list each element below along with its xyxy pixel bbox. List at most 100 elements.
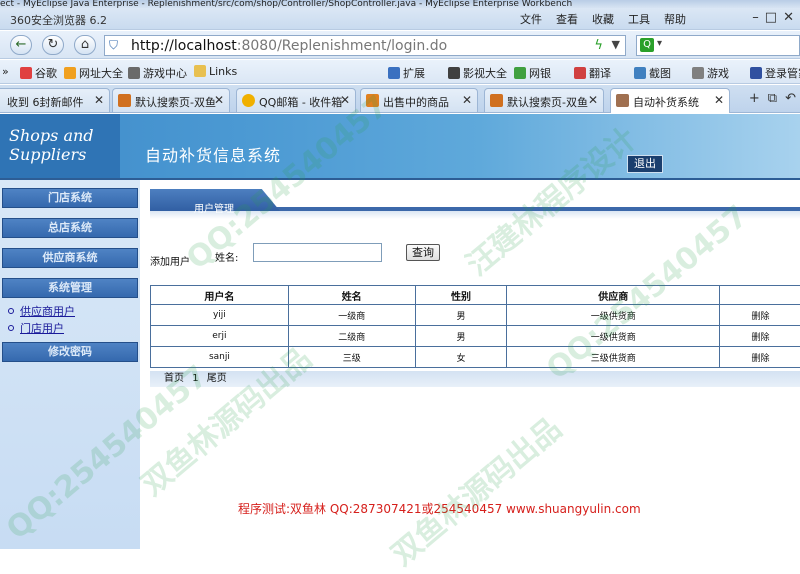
menu-view[interactable]: 查看 xyxy=(556,11,578,27)
menu-help[interactable]: 帮助 xyxy=(664,11,686,27)
bookmark-video[interactable]: 影视大全 xyxy=(448,65,507,81)
close-icon[interactable]: ✕ xyxy=(94,93,104,107)
first-page-link[interactable]: 首页 xyxy=(164,373,184,384)
bookmark-overflow-icon[interactable]: » xyxy=(2,65,9,78)
name-label: 姓名: xyxy=(215,249,238,264)
column-header: 供应商 xyxy=(507,286,720,305)
close-icon[interactable]: ✕ xyxy=(214,93,224,107)
query-button[interactable]: 查询 xyxy=(406,244,440,261)
close-icon[interactable]: ✕ xyxy=(783,10,794,25)
cell-gender: 男 xyxy=(415,326,507,347)
bookmark-links[interactable]: Links xyxy=(194,65,237,78)
logout-button[interactable]: 退出 xyxy=(627,155,663,173)
bookmark-site-directory[interactable]: 网址大全 xyxy=(64,65,123,81)
navigation-bar: ← ↻ ⌂ ⛉ http://localhost:8080/Replenishm… xyxy=(0,31,800,59)
app-logo: Shops and Suppliers xyxy=(0,114,120,178)
bookmark-banking[interactable]: 网银 xyxy=(514,65,551,81)
bookmark-translate[interactable]: 翻译 xyxy=(574,65,611,81)
close-icon[interactable]: ✕ xyxy=(714,93,724,107)
bookmark-games[interactable]: 游戏 xyxy=(692,65,729,81)
close-icon[interactable]: ✕ xyxy=(462,93,472,107)
tab-search-1[interactable]: 默认搜索页-双鱼✕ xyxy=(112,88,230,112)
bookmark-game-center[interactable]: 游戏中心 xyxy=(128,65,187,81)
delete-link[interactable]: 删除 xyxy=(720,347,800,368)
window-controls: – □ ✕ xyxy=(752,10,794,25)
cell-username: sanji xyxy=(151,347,289,368)
menu-favorites[interactable]: 收藏 xyxy=(592,11,614,27)
section-header: 用户管理 xyxy=(150,189,800,215)
pagination-bar: 首页 1 尾页 xyxy=(150,371,800,387)
browser-title-bar: 360安全浏览器 6.2 文件 查看 收藏 工具 帮助 – □ ✕ xyxy=(0,8,800,30)
menu-file[interactable]: 文件 xyxy=(520,11,542,27)
bookmarks-bar: » 谷歌 网址大全 游戏中心 Links 扩展 影视大全 网银 翻译 截图 游戏… xyxy=(0,60,800,84)
cell-supplier: 一级供货商 xyxy=(507,326,720,347)
table-row: sanji 三级 女 三级供货商 删除 xyxy=(151,347,800,368)
cell-gender: 女 xyxy=(415,347,507,368)
sidebar-item-store-users[interactable]: 门店用户 xyxy=(8,320,64,336)
name-search-input[interactable] xyxy=(253,243,382,262)
tab-mail[interactable]: 收到 6封新邮件✕ xyxy=(0,88,110,112)
close-icon[interactable]: ✕ xyxy=(340,93,350,107)
sidebar-section-store[interactable]: 门店系统 xyxy=(2,188,138,208)
delete-link[interactable]: 删除 xyxy=(720,305,800,326)
cell-supplier: 一级供货商 xyxy=(507,305,720,326)
sidebar-section-change-password[interactable]: 修改密码 xyxy=(2,342,138,362)
bookmark-screenshot[interactable]: 截图 xyxy=(634,65,671,81)
bookmark-google[interactable]: 谷歌 xyxy=(20,65,57,81)
shield-icon: ⛉ xyxy=(109,38,118,53)
cell-name: 一级商 xyxy=(288,305,415,326)
system-title: 自动补货信息系统 xyxy=(145,142,281,166)
lightning-icon[interactable]: ϟ xyxy=(594,38,603,53)
url-text[interactable]: http://localhost:8080/Replenishment/logi… xyxy=(131,38,447,54)
undo-icon[interactable]: ↶ xyxy=(785,91,796,106)
sidebar-section-system[interactable]: 系统管理 xyxy=(2,278,138,298)
cell-username: erji xyxy=(151,326,289,347)
section-title: 用户管理 xyxy=(194,200,234,215)
refresh-icon[interactable]: ↻ xyxy=(42,35,64,55)
bookmark-extensions[interactable]: 扩展 xyxy=(388,65,425,81)
search-engine-icon[interactable]: Q xyxy=(640,38,654,52)
tab-qq-mail[interactable]: QQ邮箱 - 收件箱✕ xyxy=(236,88,356,112)
cell-username: yiji xyxy=(151,305,289,326)
cell-name: 二级商 xyxy=(288,326,415,347)
chevron-down-icon[interactable]: ▾ xyxy=(657,38,662,49)
home-icon[interactable]: ⌂ xyxy=(74,35,96,55)
sidebar-item-supplier-users[interactable]: 供应商用户 xyxy=(8,303,75,319)
address-bar[interactable]: ⛉ http://localhost:8080/Replenishment/lo… xyxy=(104,35,626,56)
delete-link[interactable]: 删除 xyxy=(720,326,800,347)
cell-supplier: 三级供货商 xyxy=(507,347,720,368)
menu-tools[interactable]: 工具 xyxy=(628,11,650,27)
last-page-link[interactable]: 尾页 xyxy=(207,373,227,384)
table-row: yiji 一级商 男 一级供货商 删除 xyxy=(151,305,800,326)
browser-brand: 360安全浏览器 6.2 xyxy=(10,12,107,28)
tab-strip: 收到 6封新邮件✕ 默认搜索页-双鱼✕ QQ邮箱 - 收件箱✕ 出售中的商品✕ … xyxy=(0,85,800,113)
sidebar-section-head-store[interactable]: 总店系统 xyxy=(2,218,138,238)
search-input[interactable]: Q ▾ xyxy=(636,35,800,56)
tab-replenishment[interactable]: 自动补货系统✕ xyxy=(610,88,730,113)
cell-name: 三级 xyxy=(288,347,415,368)
page-number: 1 xyxy=(192,373,198,384)
tab-tools: + ⧉ ↶ xyxy=(749,91,796,106)
back-arrow-icon[interactable]: ← xyxy=(10,35,32,55)
close-icon[interactable]: ✕ xyxy=(588,93,598,107)
bullet-icon xyxy=(8,308,14,314)
section-header-shadow xyxy=(150,211,800,219)
sidebar-section-supplier[interactable]: 供应商系统 xyxy=(2,248,138,268)
bookmark-login-manager[interactable]: 登录管家 xyxy=(750,65,800,81)
tab-products[interactable]: 出售中的商品✕ xyxy=(360,88,478,112)
cell-gender: 男 xyxy=(415,305,507,326)
add-user-link[interactable]: 添加用户 xyxy=(150,253,190,268)
minimize-icon[interactable]: – xyxy=(752,10,759,25)
restore-tab-icon[interactable]: ⧉ xyxy=(768,91,777,106)
maximize-icon[interactable]: □ xyxy=(765,10,777,25)
column-header: 性别 xyxy=(415,286,507,305)
column-header xyxy=(720,286,800,305)
column-header: 姓名 xyxy=(288,286,415,305)
tab-search-2[interactable]: 默认搜索页-双鱼✕ xyxy=(484,88,604,112)
ide-title-strip: ect - MyEclipse Java Enterprise - Replen… xyxy=(0,0,800,8)
table-header-row: 用户名 姓名 性别 供应商 xyxy=(151,286,800,305)
new-tab-icon[interactable]: + xyxy=(749,91,760,106)
column-header: 用户名 xyxy=(151,286,289,305)
sidebar: 门店系统 总店系统 供应商系统 系统管理 供应商用户 门店用户 修改密码 xyxy=(0,180,140,549)
chevron-down-icon[interactable]: ▼ xyxy=(612,38,620,51)
